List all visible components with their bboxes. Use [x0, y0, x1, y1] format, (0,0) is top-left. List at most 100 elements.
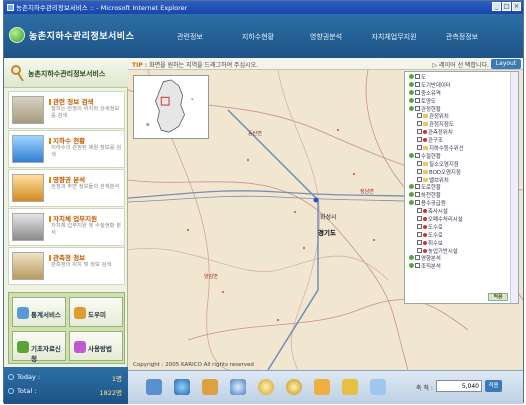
layer-checkbox[interactable] — [415, 263, 420, 269]
layer-checkbox[interactable] — [415, 89, 420, 95]
layer-checkbox[interactable] — [415, 105, 420, 111]
layer-node[interactable]: 관정지점도 — [407, 121, 509, 129]
layer-checkbox[interactable] — [417, 137, 422, 143]
layer-node[interactable]: 관구조 — [407, 137, 509, 145]
layer-icon — [409, 81, 414, 87]
layer-node[interactable]: 도로현황 — [407, 184, 509, 192]
layer-checkbox[interactable] — [417, 247, 422, 253]
layer-panel-scrollbar[interactable] — [510, 72, 518, 303]
layer-checkbox[interactable] — [417, 129, 422, 135]
maximize-button[interactable]: □ — [502, 2, 511, 11]
point-symbol-icon — [423, 224, 427, 229]
zoom-out-icon[interactable] — [286, 379, 302, 395]
layer-checkbox[interactable] — [415, 152, 420, 158]
layer-node[interactable]: 관정위치 — [407, 113, 509, 121]
menu-observation-info[interactable]: 관측정정보 — [428, 32, 496, 42]
layer-node[interactable]: 관정현황 — [407, 105, 509, 114]
layer-node[interactable]: 오폐수처리시설 — [407, 216, 509, 224]
print-icon[interactable] — [370, 379, 386, 395]
info-bar: TIP : 화면을 원하는 지역을 드래그하여 주십시오. ▷ 레이어 선 택합… — [128, 58, 523, 70]
minimize-button[interactable]: _ — [492, 2, 501, 11]
sidebar-item-impact-analysis[interactable]: 영향권 분석 관정과 주변 정보들의 관계분석 — [8, 169, 125, 207]
layer-node[interactable]: 밸브위치 — [407, 176, 509, 185]
layer-checkbox[interactable] — [415, 184, 420, 190]
menu-groundwater-status[interactable]: 지하수현황 — [224, 32, 292, 42]
analysis-icon — [12, 174, 44, 202]
layer-checkbox[interactable] — [417, 231, 422, 237]
menu-related-info[interactable]: 관련정보 — [156, 32, 224, 42]
layer-checkbox[interactable] — [415, 255, 420, 261]
refresh-icon[interactable] — [230, 379, 246, 395]
layer-checkbox[interactable] — [415, 192, 420, 198]
layer-node[interactable]: 질소오염지점 — [407, 160, 509, 169]
full-extent-icon[interactable] — [146, 379, 162, 395]
layer-apply-button[interactable]: 적용 — [488, 293, 508, 301]
layer-node[interactable]: 취수보 — [407, 239, 509, 248]
layer-node[interactable]: 관측정위치 — [407, 129, 509, 137]
layer-checkbox[interactable] — [417, 168, 422, 174]
folder-icon — [423, 122, 428, 127]
site-logo[interactable]: 농촌지하수관리정보서비스 — [9, 27, 134, 43]
layer-icon — [409, 184, 414, 190]
layer-checkbox[interactable] — [415, 97, 420, 103]
layer-node[interactable]: 중소유역 — [407, 89, 509, 98]
layer-checkbox[interactable] — [415, 200, 420, 206]
layer-node[interactable]: 영향분석 — [407, 255, 509, 263]
close-button[interactable]: × — [512, 2, 521, 11]
sidebar-item-municipal[interactable]: 자치체 업무지원 자치체 업무지원 및 수질현황 분석 — [8, 208, 125, 246]
layer-node[interactable]: 도기반데이터 — [407, 81, 509, 90]
layer-checkbox[interactable] — [417, 216, 422, 222]
layer-node[interactable]: BOD오염지점 — [407, 168, 509, 177]
globe-icon[interactable] — [174, 379, 190, 395]
zoom-in-icon[interactable] — [258, 379, 274, 395]
layer-checkbox[interactable] — [415, 74, 420, 79]
data-request-button[interactable]: 기초자료신청 — [12, 331, 66, 363]
counter-icon — [8, 374, 14, 380]
layer-node[interactable]: 농업기반시설 — [407, 247, 509, 256]
tip-text: 화면을 원하는 지역을 드래그하여 주십시오. — [149, 62, 259, 69]
layer-checkbox[interactable] — [417, 239, 422, 245]
korea-outline — [146, 79, 194, 133]
layer-node[interactable]: 수질현황 — [407, 152, 509, 161]
layer-node[interactable]: 도수로 — [407, 223, 509, 232]
point-symbol-icon — [423, 130, 427, 135]
layer-node[interactable]: 조직분석 — [407, 263, 509, 271]
menu-impact-analysis[interactable]: 영향권분석 — [292, 32, 360, 42]
layer-checkbox[interactable] — [417, 176, 422, 182]
scale-input[interactable]: 5,040 — [436, 380, 482, 392]
layer-checkbox[interactable] — [417, 223, 422, 229]
layer-checkbox[interactable] — [417, 160, 422, 166]
layer-checkbox[interactable] — [417, 121, 422, 127]
layer-node[interactable]: 하천현황 — [407, 192, 509, 200]
pan-hand-icon[interactable] — [314, 379, 330, 395]
sidebar-item-groundwater[interactable]: 지하수 현황 지하수의 관정된 제원 정보를 검색 — [8, 130, 125, 168]
layer-icon — [409, 255, 414, 261]
usage-guide-button[interactable]: 사용방법 — [69, 331, 123, 361]
layout-button[interactable]: Layout — [491, 59, 521, 69]
layer-checkbox[interactable] — [417, 113, 422, 119]
layer-checkbox[interactable] — [417, 208, 422, 214]
identify-icon[interactable] — [342, 379, 358, 395]
box-icon[interactable] — [202, 379, 218, 395]
layer-node[interactable]: 토양도 — [407, 97, 509, 106]
sidebar-item-observation[interactable]: 관측정 정보 관측정의 위치 및 정보 검색 — [8, 247, 125, 285]
statistics-button[interactable]: 통계서비스 — [12, 297, 66, 327]
menu-municipal-support[interactable]: 자치체업무지원 — [360, 32, 428, 42]
layer-node[interactable]: 도 — [407, 74, 509, 82]
layer-checkbox[interactable] — [415, 81, 420, 87]
map-view[interactable]: 동탄면 화성시 경기도 양감면 정남면 Copyright : 2005 KAR… — [128, 70, 523, 370]
overview-map[interactable] — [133, 75, 209, 139]
layer-label: 밸브위치 — [429, 177, 449, 184]
map-label-yanggam: 양감면 — [204, 274, 218, 280]
sidebar-item-related-info[interactable]: 관련 정보 검색 질의는 관정의 위치와 상세정보를 검색 — [8, 91, 125, 129]
layer-node[interactable]: 지하수등수위선 — [407, 145, 509, 153]
help-button[interactable]: 도우미 — [69, 297, 123, 327]
layer-checkbox[interactable] — [417, 145, 422, 151]
layer-node[interactable]: 축사시설 — [407, 208, 509, 216]
scale-apply-button[interactable]: 적용 — [485, 380, 502, 392]
sidebar-title: 농촌지하수관리정보서비스 — [28, 70, 106, 78]
layer-node[interactable]: 용수공급원 — [407, 200, 509, 208]
layer-node[interactable]: 도수로 — [407, 231, 509, 240]
layer-label: 관측정위치 — [428, 130, 453, 137]
map-copyright: Copyright : 2005 KARICO All rights reser… — [133, 362, 254, 368]
